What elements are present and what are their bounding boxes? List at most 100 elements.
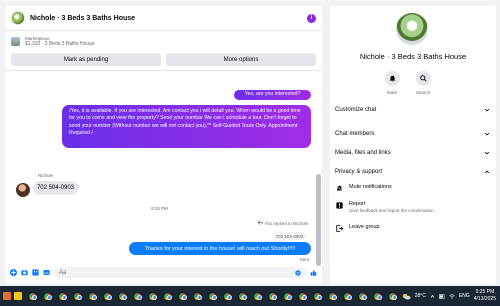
section-label: Customize chat xyxy=(335,106,377,113)
avatar[interactable] xyxy=(396,13,428,45)
sender-name: Nichole xyxy=(38,173,54,178)
message-input-placeholder: Aa xyxy=(59,269,67,276)
battery-icon[interactable] xyxy=(438,293,445,299)
chrome-icon[interactable] xyxy=(313,291,322,301)
chrome-icon[interactable] xyxy=(373,291,382,301)
compose-bar: GIF Aa xyxy=(5,265,322,280)
system-tray: 28°C ENG 9:25 PM 4/13/2025 xyxy=(402,286,496,306)
chrome-icon[interactable] xyxy=(193,291,202,301)
sticker-icon[interactable] xyxy=(32,269,39,276)
chevron-up-icon[interactable] xyxy=(430,294,435,299)
chrome-icon[interactable] xyxy=(103,291,112,301)
weather-icon[interactable] xyxy=(402,293,411,300)
bell-off-icon xyxy=(336,185,343,192)
more-options-button[interactable]: More options xyxy=(166,53,316,66)
chrome-icon[interactable] xyxy=(73,291,82,301)
outgoing-message[interactable]: Yes, are you interested? xyxy=(234,90,311,100)
search-button[interactable]: Search xyxy=(411,71,435,95)
plus-icon[interactable] xyxy=(10,269,17,276)
message-input[interactable]: Aa xyxy=(54,267,306,278)
leave-group-label: Leave group xyxy=(349,224,380,230)
chrome-icon[interactable] xyxy=(358,291,367,301)
chrome-icon[interactable] xyxy=(148,291,157,301)
chrome-icon[interactable] xyxy=(43,291,52,301)
info-icon[interactable]: i xyxy=(307,13,316,23)
chrome-icon[interactable] xyxy=(343,291,352,301)
chrome-icon[interactable] xyxy=(328,291,337,301)
temperature[interactable]: 28°C xyxy=(415,293,426,299)
leave-group-item[interactable]: Leave group xyxy=(336,224,488,232)
mute-button[interactable]: Mute xyxy=(380,71,404,95)
reply-indicator: You replied to Nichole xyxy=(257,220,308,226)
section-label: Privacy & support xyxy=(335,168,383,175)
chrome-icon[interactable] xyxy=(388,291,397,301)
section-privacy-support[interactable]: Privacy & support xyxy=(335,166,490,177)
chrome-icon[interactable] xyxy=(208,291,217,301)
chat-details-sidebar: Nichole · 3 Beds 3 Baths House Mute Sear… xyxy=(330,6,496,284)
chevron-up-icon xyxy=(484,170,490,173)
clock[interactable]: 9:25 PM 4/13/2025 xyxy=(474,289,496,303)
sidebar-title: Nichole · 3 Beds 3 Baths House xyxy=(359,52,467,61)
report-icon xyxy=(336,202,343,209)
mute-notifications-item[interactable]: Mute notifications xyxy=(336,184,488,192)
chrome-icon[interactable] xyxy=(238,291,247,301)
section-customize-chat[interactable]: Customize chat xyxy=(335,104,490,115)
scrollbar[interactable] xyxy=(316,174,321,266)
reply-icon xyxy=(257,220,264,225)
chevron-down-icon xyxy=(484,132,490,135)
chrome-icon[interactable] xyxy=(268,291,277,301)
emoji-icon[interactable] xyxy=(295,269,301,276)
start-icon[interactable] xyxy=(3,292,11,300)
reply-text: You replied to Nichole xyxy=(264,221,308,226)
chrome-icon[interactable] xyxy=(58,291,67,301)
camera-icon[interactable] xyxy=(21,269,28,276)
message-timestamp: 9:25 PM xyxy=(151,206,168,211)
chrome-icon[interactable] xyxy=(223,291,232,301)
chrome-icon[interactable] xyxy=(283,291,292,301)
outgoing-message[interactable]: /Yes, it is available. If you are intere… xyxy=(62,105,311,148)
mute-notifications-label: Mute notifications xyxy=(349,184,392,190)
section-media-files-links[interactable]: Media, files and links xyxy=(335,147,490,158)
bell-icon xyxy=(384,71,400,86)
search-icon xyxy=(415,71,431,86)
chrome-icon[interactable] xyxy=(253,291,262,301)
chrome-icon[interactable] xyxy=(88,291,97,301)
divider xyxy=(5,70,322,71)
chrome-icon[interactable] xyxy=(178,291,187,301)
chrome-icon[interactable] xyxy=(133,291,142,301)
sent-status: Sent xyxy=(299,257,309,262)
avatar[interactable] xyxy=(16,183,30,197)
gif-icon[interactable]: GIF xyxy=(43,269,50,276)
marketplace-listing[interactable]: Marketplace $1,320 · 3 Beds 3 Baths Hous… xyxy=(5,31,322,51)
chat-header: Nichole · 3 Beds 3 Baths House i xyxy=(5,6,322,31)
section-label: Chat members xyxy=(335,130,375,137)
leave-icon xyxy=(336,225,343,232)
chrome-icon[interactable] xyxy=(298,291,307,301)
chrome-icon[interactable] xyxy=(28,291,37,301)
section-label: Media, files and links xyxy=(335,149,391,156)
report-item[interactable]: Report Give feedback and report the conv… xyxy=(336,201,488,213)
report-title: Report xyxy=(349,201,366,207)
chevron-down-icon xyxy=(484,108,490,111)
wifi-icon[interactable] xyxy=(449,293,455,299)
chat-title[interactable]: Nichole · 3 Beds 3 Baths House xyxy=(30,15,307,22)
chat-panel: Nichole · 3 Beds 3 Baths House i Marketp… xyxy=(5,6,322,284)
search-label: Search xyxy=(415,90,431,95)
clock-time: 9:25 PM xyxy=(475,289,495,295)
chrome-icon[interactable] xyxy=(118,291,127,301)
taskbar: 28°C ENG 9:25 PM 4/13/2025 xyxy=(0,286,500,306)
mark-as-pending-button[interactable]: Mark as pending xyxy=(11,53,161,66)
report-description: Give feedback and report the conversatio… xyxy=(349,208,434,213)
outgoing-message[interactable]: Thanks for your interest in the house! w… xyxy=(129,242,311,255)
listing-actions: Mark as pending More options xyxy=(5,53,322,66)
chrome-icon[interactable] xyxy=(163,291,172,301)
language-indicator[interactable]: ENG xyxy=(459,293,470,299)
clock-date: 4/13/2025 xyxy=(473,296,496,302)
incoming-message[interactable]: 702 504-0903 xyxy=(33,181,78,195)
mute-label: Mute xyxy=(386,90,397,95)
quoted-message[interactable]: 702 504-0903 xyxy=(273,232,306,240)
section-chat-members[interactable]: Chat members xyxy=(335,128,490,139)
app-icon[interactable] xyxy=(14,292,22,300)
like-icon[interactable] xyxy=(310,269,317,276)
avatar[interactable] xyxy=(11,11,25,25)
